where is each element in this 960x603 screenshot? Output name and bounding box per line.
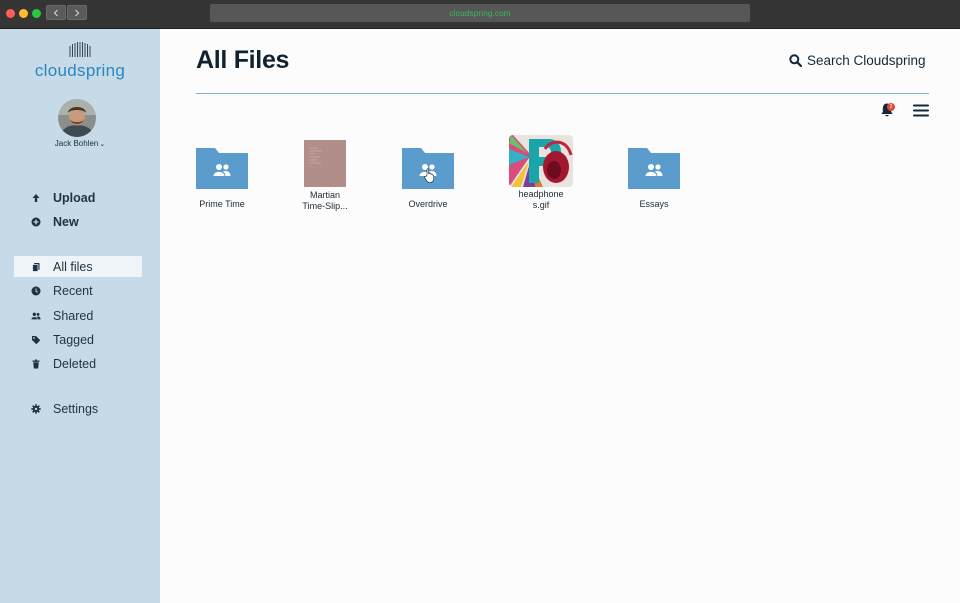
file-name-line-1: headphone (518, 189, 564, 199)
tag-icon (31, 335, 41, 345)
logo-text: cloudspring (34, 61, 126, 80)
document-thumbnail (304, 140, 346, 187)
hamburger-menu-icon[interactable] (913, 104, 929, 117)
forward-button[interactable] (67, 5, 87, 20)
file-name: Prime Time (199, 199, 245, 209)
logo-mark-icon (69, 42, 91, 58)
file-name: Overdrive (408, 199, 448, 209)
logo[interactable]: cloudspring (0, 41, 160, 81)
shared-folder-icon (196, 148, 248, 189)
chevron-right-icon (75, 9, 80, 16)
minimize-window-button[interactable] (19, 9, 28, 18)
address-bar[interactable]: cloudspring.com (210, 4, 750, 22)
shared-folder-icon (628, 148, 680, 189)
url-text: cloudspring.com (449, 8, 511, 18)
notification-badge: 2 (887, 103, 895, 111)
user-photo (58, 99, 96, 137)
gear-icon (31, 403, 41, 414)
upload-label: Upload (53, 190, 96, 205)
avatar[interactable] (58, 99, 96, 137)
sidebar-item-label: Deleted (53, 356, 97, 371)
arrow-up-icon (31, 193, 41, 203)
users-icon (31, 311, 41, 321)
user-name: Jack Bohlen (54, 139, 99, 148)
sidebar-item-shared[interactable]: Shared (14, 305, 142, 326)
file-item-folder[interactable]: Essays (619, 145, 689, 210)
new-button[interactable]: New (14, 211, 142, 232)
file-item-image[interactable]: headphone s.gif (506, 135, 576, 211)
sidebar-item-tagged[interactable]: Tagged (14, 329, 142, 350)
shared-folder-icon (402, 148, 454, 189)
user-menu[interactable]: Jack Bohlen⌄ (0, 139, 160, 148)
sidebar-item-label: All files (53, 259, 93, 274)
chevron-down-icon: ⌄ (99, 141, 106, 148)
file-name-line-1: Martian (309, 190, 340, 200)
file-item-document[interactable]: Martian Time-Slip... (290, 140, 360, 212)
file-name-line-2: Time-Slip... (302, 201, 348, 211)
maximize-window-button[interactable] (32, 9, 41, 18)
files-icon (31, 262, 41, 272)
sidebar-item-label: Shared (53, 308, 94, 323)
back-button[interactable] (46, 5, 66, 20)
sidebar-item-recent[interactable]: Recent (14, 280, 142, 301)
image-thumbnail (509, 135, 573, 187)
sidebar-item-deleted[interactable]: Deleted (14, 353, 142, 374)
file-name-line-2: s.gif (532, 200, 550, 210)
plus-circle-icon (31, 217, 41, 227)
file-name: Essays (639, 199, 669, 209)
file-item-folder[interactable]: Prime Time (187, 145, 257, 210)
sidebar-item-label: Tagged (53, 332, 95, 347)
search-label: Search Cloudspring (807, 53, 926, 68)
clock-icon (31, 286, 41, 296)
search-button[interactable]: Search Cloudspring (789, 53, 926, 68)
sidebar-item-label: Recent (53, 283, 93, 298)
header-divider (196, 93, 929, 94)
page-title: All Files (196, 46, 290, 74)
trash-icon (31, 359, 41, 369)
sidebar-item-all-files[interactable]: All files (14, 256, 142, 277)
new-label: New (53, 214, 79, 229)
search-icon (789, 54, 802, 67)
file-item-folder[interactable]: Overdrive (393, 145, 463, 210)
sidebar-item-settings[interactable]: Settings (14, 398, 142, 419)
upload-button[interactable]: Upload (14, 187, 142, 208)
browser-toolbar: cloudspring.com (0, 0, 960, 29)
main-content: All Files Search Cloudspring 2 Prime Tim… (160, 29, 960, 603)
close-window-button[interactable] (6, 9, 15, 18)
sidebar: cloudspring Jack Bohlen⌄ Upload New All … (0, 29, 160, 603)
sidebar-item-label: Settings (53, 401, 99, 416)
chevron-left-icon (53, 9, 58, 16)
